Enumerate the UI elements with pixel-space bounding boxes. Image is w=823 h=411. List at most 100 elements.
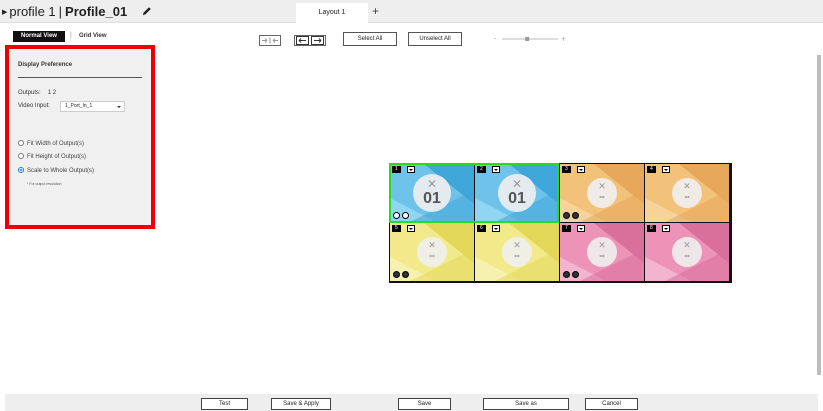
output-cell-2[interactable]: 2 ✕ 01 [475,164,559,222]
close-icon[interactable]: ✕ [672,181,702,191]
output-number: 8 [647,225,656,232]
output-cell-3[interactable]: 3 ✕ -- [560,164,644,222]
video-input-label: Video Input: [18,103,50,109]
output-number: 1 [392,166,401,173]
output-menu-dropdown[interactable] [407,166,415,173]
radio-fit-width[interactable] [18,140,24,146]
input-badge: ✕ -- [672,237,702,267]
fit-height-option[interactable]: Fit Height of Output(s) [18,153,86,160]
scale-whole-option[interactable]: Scale to Whole Output(s) [18,167,94,174]
test-button[interactable]: Test [201,398,248,410]
close-icon[interactable]: ✕ [498,178,536,190]
grid-view-button[interactable]: Grid View [79,32,107,41]
output-menu-dropdown[interactable] [492,166,500,173]
zoom-in-icon: + [561,35,566,44]
pencil-icon[interactable] [141,6,153,17]
collapse-arrows-icon [262,37,278,44]
input-badge-label: -- [684,192,690,201]
video-input-value: 1_Port_In_1 [65,103,93,109]
collapse-arrows-button[interactable] [259,35,281,46]
output-menu-dropdown[interactable] [492,225,500,232]
close-icon[interactable]: ✕ [587,240,617,250]
output-menu-dropdown[interactable] [662,225,670,232]
radio-fit-height[interactable] [18,153,24,159]
volume-icon[interactable] [393,271,400,278]
cancel-button[interactable]: Cancel [585,398,638,410]
panel-divider [18,77,142,78]
video-input-select[interactable]: 1_Port_In_1 [60,101,125,112]
stop-icon[interactable] [572,212,579,219]
profile-title: ▶ profile 1 | Profile_01 [2,4,127,20]
output-menu-dropdown[interactable] [662,166,670,173]
chevron-down-icon [117,106,121,108]
close-icon[interactable]: ✕ [502,240,532,250]
top-bar: ▶ profile 1 | Profile_01 Layout 1 + [0,0,823,23]
add-tab-button[interactable]: + [372,4,379,18]
expand-arrows-button[interactable] [294,35,326,46]
vertical-scrollbar[interactable] [817,55,821,375]
select-all-button[interactable]: Select All [343,32,397,46]
input-badge-label: -- [684,251,690,260]
input-badge: ✕ -- [502,237,532,267]
input-badge-label: 01 [508,190,526,207]
volume-icon[interactable] [393,212,400,219]
output-cell-7[interactable]: 7 ✕ -- [560,223,644,281]
profile-name: Profile_01 [65,4,128,19]
tab-layout-1[interactable]: Layout 1 [296,3,368,23]
save-button[interactable]: Save [398,398,451,410]
fit-height-label: Fit Height of Output(s) [27,154,87,160]
input-badge: ✕ 01 [413,174,451,212]
input-badge-label: -- [599,192,605,201]
expand-arrows-icon [296,36,324,45]
radio-scale-whole[interactable] [18,167,24,173]
outputs-info: Outputs: 1 2 [18,90,56,96]
output-number: 3 [562,166,571,173]
resolution-note: * For output resolution [27,182,62,186]
stop-icon[interactable] [402,212,409,219]
output-cell-8[interactable]: 8 ✕ -- [645,223,729,281]
output-number: 4 [647,166,656,173]
zoom-slider[interactable]: - + [494,34,568,44]
input-badge: ✕ 01 [498,174,536,212]
volume-icon[interactable] [563,212,570,219]
output-number: 2 [477,166,486,173]
profile-label: profile 1 [9,4,56,19]
input-badge-label: 01 [423,190,441,207]
unselect-all-button[interactable]: Unselect All [408,32,462,46]
input-badge-label: -- [514,251,520,260]
input-badge-label: -- [429,251,435,260]
output-menu-dropdown[interactable] [577,166,585,173]
close-icon[interactable]: ✕ [587,181,617,191]
expand-arrow-icon[interactable]: ▶ [2,9,7,16]
close-icon[interactable]: ✕ [417,240,447,250]
input-badge: ✕ -- [672,178,702,208]
output-number: 6 [477,225,486,232]
output-number: 7 [562,225,571,232]
display-preference-panel: Display Preference Outputs: 1 2 Video Inp… [5,45,155,229]
volume-icon[interactable] [563,271,570,278]
save-apply-button[interactable]: Save & Apply [271,398,331,410]
output-cell-6[interactable]: 6 ✕ -- [475,223,559,281]
zoom-thumb [525,37,530,41]
normal-view-button[interactable]: Normal View [13,31,65,42]
fit-width-label: Fit Width of Output(s) [27,141,85,147]
outputs-label: Outputs: [18,90,41,96]
output-menu-dropdown[interactable] [407,225,415,232]
panel-heading: Display Preference [18,62,73,68]
output-grid: 1 ✕ 01 2 ✕ 01 3 ✕ -- 4 ✕ -- 5 ✕ -- 6 ✕ -- 7 ✕ -- 8 ✕ -- [389,163,732,283]
output-cell-4[interactable]: 4 ✕ -- [645,164,729,222]
title-separator: | [58,4,63,19]
input-badge: ✕ -- [587,237,617,267]
stop-icon[interactable] [402,271,409,278]
output-cell-5[interactable]: 5 ✕ -- [390,223,474,281]
close-icon[interactable]: ✕ [672,240,702,250]
fit-width-option[interactable]: Fit Width of Output(s) [18,140,84,147]
close-icon[interactable]: ✕ [413,178,451,190]
output-number: 5 [392,225,401,232]
stop-icon[interactable] [572,271,579,278]
output-menu-dropdown[interactable] [577,225,585,232]
input-badge: ✕ -- [417,237,447,267]
save-as-button[interactable]: Save as [483,398,569,410]
output-cell-1[interactable]: 1 ✕ 01 [390,164,474,222]
scale-whole-label: Scale to Whole Output(s) [27,168,95,174]
